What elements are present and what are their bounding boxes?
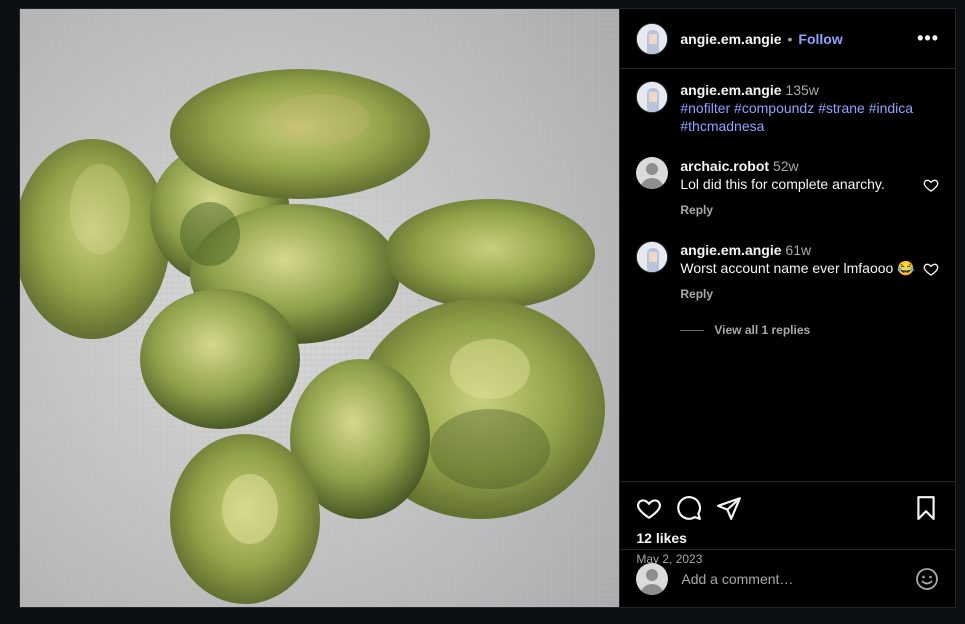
comment-username[interactable]: angie.em.angie [680, 242, 781, 258]
caption-hashtags[interactable]: #nofilter #compoundz #strane #indica #th… [680, 99, 939, 135]
add-comment-bar [620, 549, 955, 607]
caption-time: 135w [785, 82, 819, 98]
default-avatar-icon [636, 562, 669, 595]
post-header: angie.em.angie • Follow ••• [620, 9, 955, 69]
comment-text: angie.em.angie 61w Worst account name ev… [680, 241, 939, 303]
post-photo[interactable] [20, 9, 620, 607]
caption-avatar[interactable] [636, 81, 669, 113]
caption: angie.em.angie 135w #nofilter #compoundz… [636, 81, 939, 135]
avatar-image [637, 23, 668, 54]
post-image [20, 9, 620, 607]
comment-avatar[interactable] [636, 241, 669, 273]
view-replies-label: View all 1 replies [714, 323, 811, 337]
bookmark-icon[interactable] [913, 495, 939, 521]
comment-text: archaic.robot 52w Lol did this for compl… [680, 157, 939, 219]
comment-bubble-icon[interactable] [676, 495, 702, 521]
avatar-image [637, 242, 668, 272]
view-replies-button[interactable]: View all 1 replies [680, 323, 939, 337]
smiley-icon[interactable] [915, 567, 939, 591]
comment-username[interactable]: archaic.robot [680, 158, 769, 174]
comment-time: 61w [785, 242, 812, 258]
author-username[interactable]: angie.em.angie [680, 31, 781, 47]
default-avatar-icon[interactable] [636, 157, 669, 189]
comment-input[interactable] [681, 570, 915, 587]
post-sidebar: angie.em.angie • Follow ••• angie.em.ang… [619, 9, 955, 607]
separator-dot: • [787, 30, 793, 47]
caption-username[interactable]: angie.em.angie [680, 82, 781, 98]
follow-button[interactable]: Follow [798, 31, 842, 47]
heart-icon[interactable] [923, 177, 939, 193]
more-dots-icon[interactable]: ••• [917, 28, 939, 49]
comment-item: archaic.robot 52w Lol did this for compl… [636, 157, 939, 219]
post-container: angie.em.angie • Follow ••• angie.em.ang… [19, 8, 956, 608]
likes-count[interactable]: 12 likes [636, 530, 939, 546]
reply-button[interactable]: Reply [680, 285, 713, 303]
comment-time: 52w [772, 158, 799, 174]
author-avatar[interactable] [636, 22, 669, 55]
paper-plane-icon[interactable] [716, 495, 742, 521]
reply-divider-line [680, 329, 705, 331]
caption-text: angie.em.angie 135w #nofilter #compoundz… [680, 81, 939, 135]
comment-item: angie.em.angie 61w Worst account name ev… [636, 241, 939, 303]
comment-body: Lol did this for complete anarchy. [680, 176, 885, 192]
heart-icon[interactable] [923, 261, 939, 277]
reply-button[interactable]: Reply [680, 201, 713, 219]
comment-body: Worst account name ever lmfaooo 😂 [680, 260, 915, 276]
heart-icon[interactable] [636, 495, 662, 521]
avatar-image [637, 82, 668, 112]
comments-list[interactable]: angie.em.angie 135w #nofilter #compoundz… [620, 69, 955, 481]
action-icons [636, 494, 939, 522]
